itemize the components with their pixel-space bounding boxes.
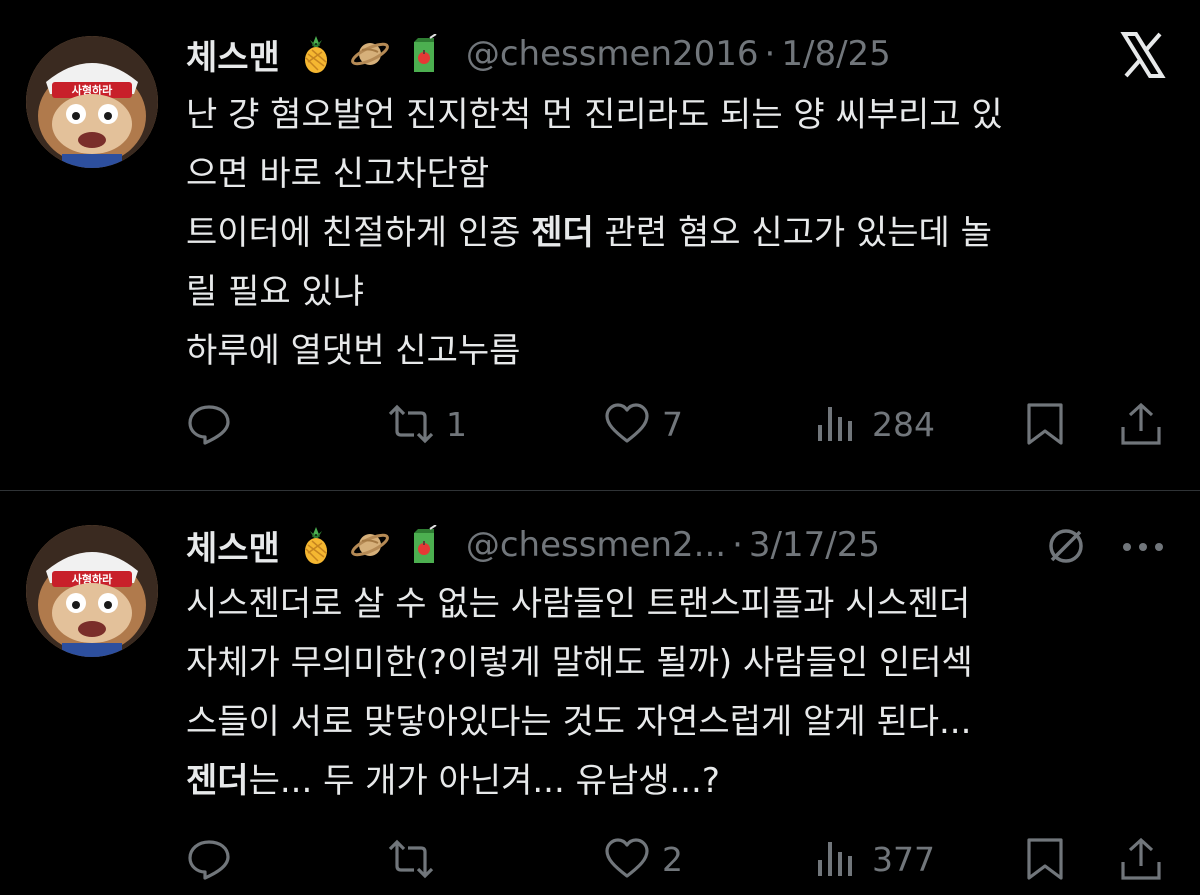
ringed-planet-icon bbox=[350, 34, 390, 74]
x-logo-icon[interactable] bbox=[1118, 30, 1168, 80]
text-segment: 스들이 서로 맞닿아있다는 것도 자연스럽게 알게 된다... bbox=[186, 702, 972, 742]
tweet-header: 체스맨 @chessmen2016 · 1/8/25 bbox=[186, 30, 891, 78]
views-bar-chart-icon bbox=[814, 401, 860, 447]
author-handle[interactable]: @chessmen2016 bbox=[466, 34, 759, 74]
text-line: 트이터에 친절하게 인종 젠더 관련 혐오 신고가 있는데 놀 bbox=[186, 204, 1176, 263]
retweet-button[interactable] bbox=[388, 829, 446, 889]
avatar[interactable]: 사형하라 bbox=[26, 525, 158, 657]
pineapple-icon bbox=[296, 525, 336, 565]
text-line: 시스젠더로 살 수 없는 사람들인 트랜스피플과 시스젠더 bbox=[186, 575, 1176, 634]
more-dots-icon[interactable] bbox=[1118, 527, 1168, 567]
reply-button[interactable] bbox=[186, 394, 244, 454]
text-line: 하루에 열댓번 신고누름 bbox=[186, 322, 1176, 381]
text-segment: 으면 바로 신고차단함 bbox=[186, 154, 490, 194]
text-line: 스들이 서로 맞닿아있다는 것도 자연스럽게 알게 된다... bbox=[186, 693, 1176, 752]
heart-icon bbox=[604, 836, 650, 882]
tweet-text: 난 걍 혐오발언 진지한척 먼 진리라도 되는 양 씨부리고 있 으면 바로 신… bbox=[186, 86, 1176, 381]
like-count: 2 bbox=[662, 839, 683, 879]
slash-circle-icon[interactable] bbox=[1046, 526, 1086, 566]
views-button[interactable]: 284 bbox=[814, 394, 935, 454]
reply-icon bbox=[186, 836, 232, 882]
reply-button[interactable] bbox=[186, 829, 244, 889]
tweet-date[interactable]: 1/8/25 bbox=[781, 34, 890, 74]
action-bar: 1 7 284 bbox=[0, 394, 1200, 454]
ringed-planet-icon bbox=[350, 525, 390, 565]
text-segment: 트이터에 친절하게 인종 bbox=[186, 213, 532, 253]
monkey-avatar-image: 사형하라 bbox=[26, 36, 158, 168]
heart-icon bbox=[604, 401, 650, 447]
bookmark-icon bbox=[1022, 401, 1068, 447]
share-icon bbox=[1118, 836, 1164, 882]
views-bar-chart-icon bbox=[814, 836, 860, 882]
text-segment: 난 걍 혐오발언 진지한척 먼 진리라도 되는 양 씨부리고 있 bbox=[186, 95, 1003, 135]
share-icon bbox=[1118, 401, 1164, 447]
text-segment: 릴 필요 있냐 bbox=[186, 272, 365, 312]
separator-dot: · bbox=[764, 34, 776, 74]
tweet-text: 시스젠더로 살 수 없는 사람들인 트랜스피플과 시스젠더 자체가 무의미한(?… bbox=[186, 575, 1176, 811]
text-line: 젠더는... 두 개가 아닌겨... 유남생...? bbox=[186, 752, 1176, 811]
text-segment: 시스젠더로 살 수 없는 사람들인 트랜스피플과 시스젠더 bbox=[186, 584, 971, 624]
action-bar: 2 377 bbox=[0, 829, 1200, 889]
juice-box-icon bbox=[404, 525, 444, 565]
text-segment: 관련 혐오 신고가 있는데 놀 bbox=[593, 213, 992, 253]
retweet-icon bbox=[388, 401, 434, 447]
text-line: 자체가 무의미한(?이렇게 말해도 될까) 사람들인 인터섹 bbox=[186, 634, 1176, 693]
avatar[interactable]: 사형하라 bbox=[26, 36, 158, 168]
text-line: 으면 바로 신고차단함 bbox=[186, 145, 1176, 204]
like-button[interactable]: 2 bbox=[604, 829, 683, 889]
retweet-count: 1 bbox=[446, 404, 467, 444]
bookmark-button[interactable] bbox=[1022, 829, 1068, 889]
retweet-button[interactable]: 1 bbox=[388, 394, 467, 454]
tweet[interactable]: 사형하라 체스맨 @chessmen2... · 3/17/25 시스젠더로 살… bbox=[0, 491, 1200, 895]
views-count: 284 bbox=[872, 404, 935, 444]
text-segment: 는... 두 개가 아닌겨... 유남생...? bbox=[248, 761, 720, 801]
text-segment-bold: 젠더 bbox=[531, 213, 594, 253]
retweet-icon bbox=[388, 836, 434, 882]
views-button[interactable]: 377 bbox=[814, 829, 935, 889]
author-name[interactable]: 체스맨 bbox=[186, 521, 280, 570]
like-button[interactable]: 7 bbox=[604, 394, 683, 454]
author-handle[interactable]: @chessmen2... bbox=[466, 525, 726, 565]
separator-dot: · bbox=[732, 525, 743, 565]
share-button[interactable] bbox=[1118, 394, 1164, 454]
author-name[interactable]: 체스맨 bbox=[186, 30, 280, 79]
views-count: 377 bbox=[872, 839, 935, 879]
reply-icon bbox=[186, 401, 232, 447]
monkey-avatar-image: 사형하라 bbox=[26, 525, 158, 657]
text-segment-bold: 젠더 bbox=[186, 761, 249, 801]
like-count: 7 bbox=[662, 404, 683, 444]
share-button[interactable] bbox=[1118, 829, 1164, 889]
juice-box-icon bbox=[404, 34, 444, 74]
text-segment: 하루에 열댓번 신고누름 bbox=[186, 331, 521, 371]
tweet-date[interactable]: 3/17/25 bbox=[749, 525, 880, 565]
bookmark-icon bbox=[1022, 836, 1068, 882]
bookmark-button[interactable] bbox=[1022, 394, 1068, 454]
tweet[interactable]: 사형하라 체스맨 @chessmen2016 · 1/8/25 난 걍 혐오발언… bbox=[0, 0, 1200, 490]
text-line: 난 걍 혐오발언 진지한척 먼 진리라도 되는 양 씨부리고 있 bbox=[186, 86, 1176, 145]
text-line: 릴 필요 있냐 bbox=[186, 263, 1176, 322]
pineapple-icon bbox=[296, 34, 336, 74]
text-segment: 자체가 무의미한(?이렇게 말해도 될까) 사람들인 인터섹 bbox=[186, 643, 973, 683]
tweet-header: 체스맨 @chessmen2... · 3/17/25 bbox=[186, 521, 880, 569]
